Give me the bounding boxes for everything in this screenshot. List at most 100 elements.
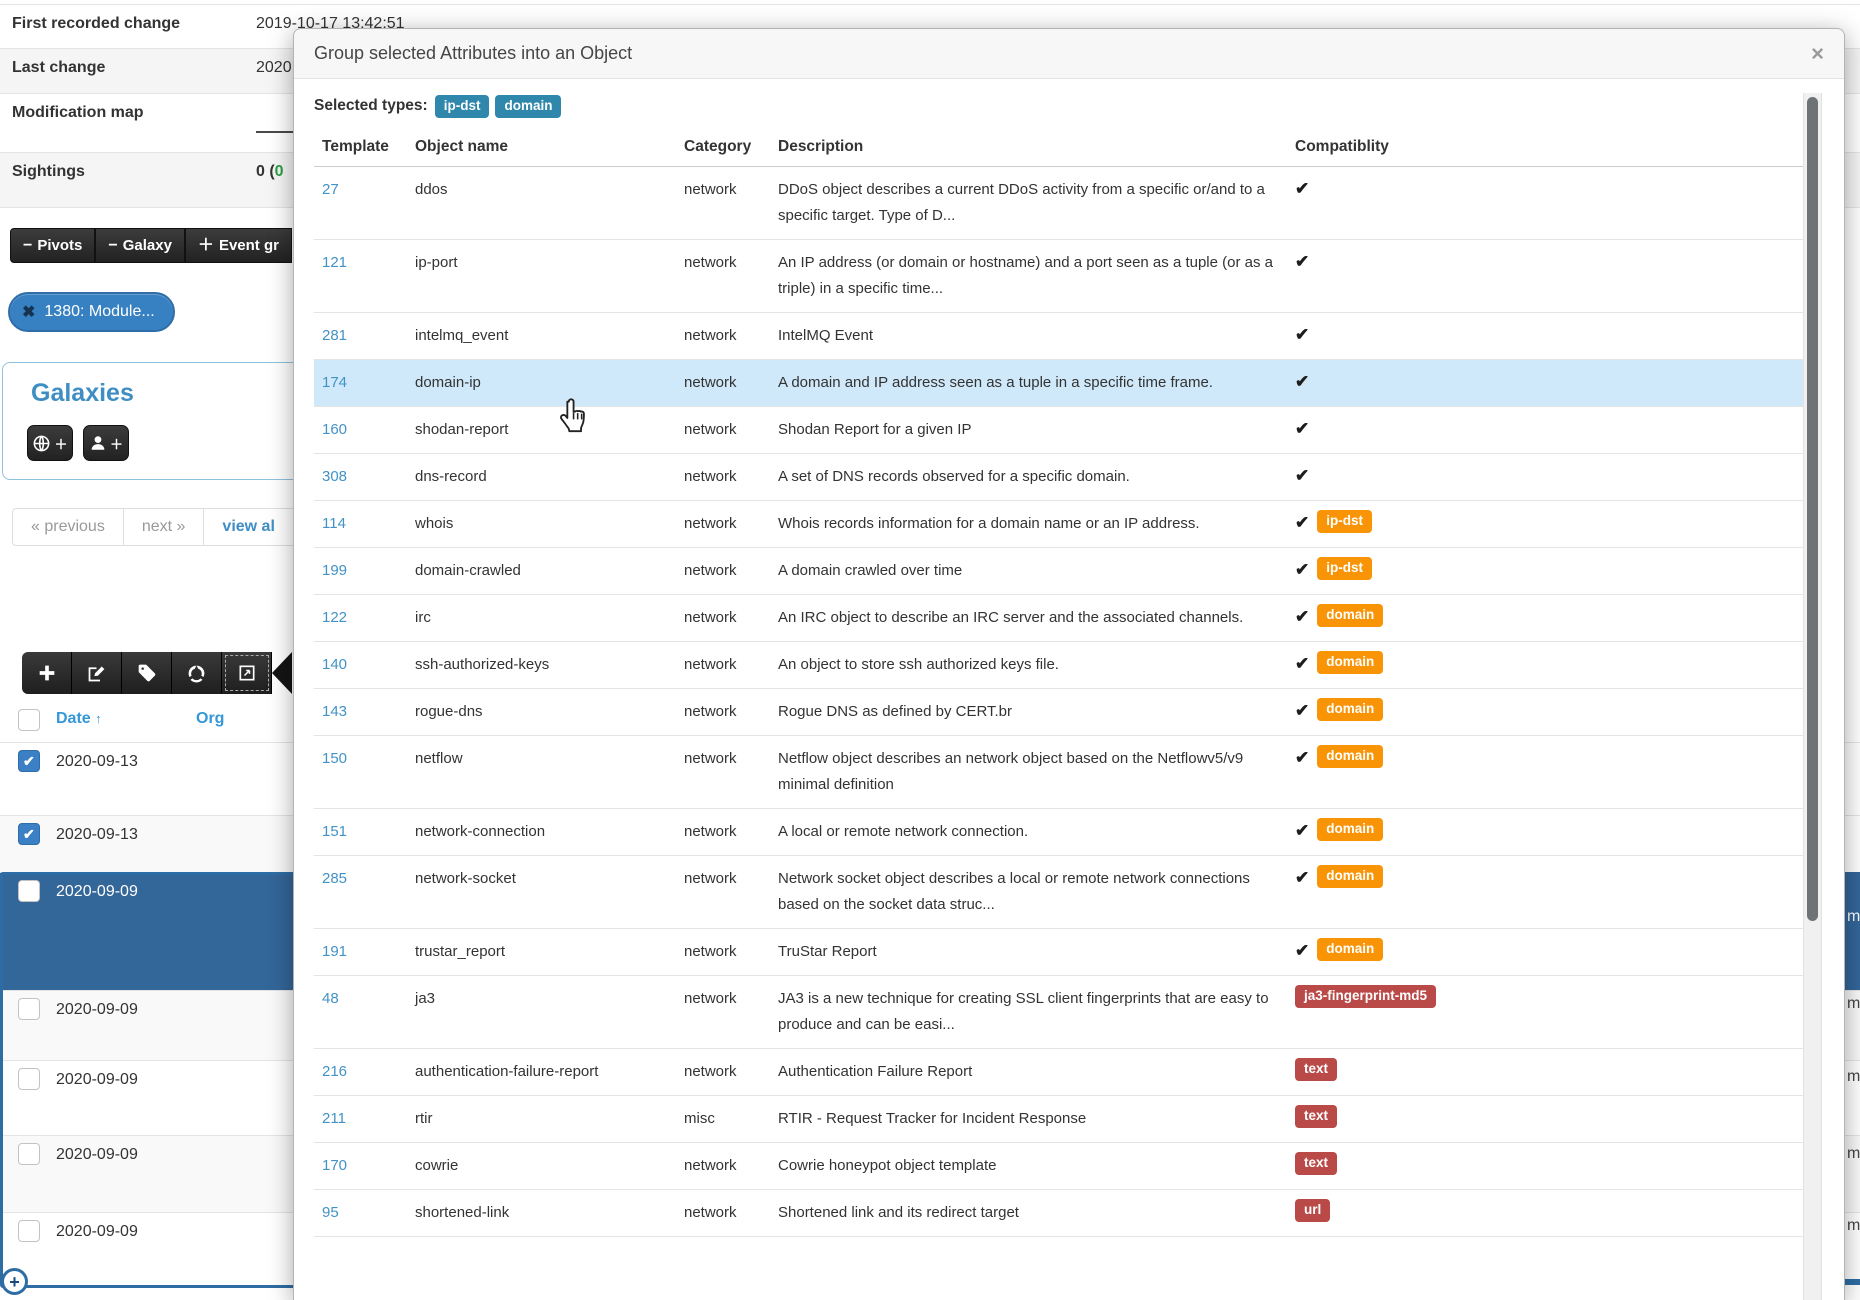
- template-id-link[interactable]: 48: [314, 976, 407, 1048]
- galaxy-toggle-button[interactable]: − Galaxy: [95, 228, 185, 263]
- object-template-row[interactable]: 191trustar_reportnetworkTruStar Report✔d…: [314, 929, 1806, 976]
- event-graph-toggle-button[interactable]: ＋ Event gr: [185, 228, 292, 263]
- object-description: Cowrie honeypot object template: [770, 1143, 1287, 1189]
- object-template-row[interactable]: 174domain-ipnetworkA domain and IP addre…: [314, 360, 1806, 407]
- compatibility-cell: ✔domain: [1287, 809, 1806, 855]
- info-label: Modification map: [12, 104, 144, 122]
- template-id-link[interactable]: 121: [314, 240, 407, 312]
- minus-icon: −: [23, 240, 32, 252]
- object-template-row[interactable]: 199domain-crawlednetworkA domain crawled…: [314, 548, 1806, 595]
- col-category: Category: [676, 134, 770, 166]
- object-name: authentication-failure-report: [407, 1049, 676, 1095]
- page-row-fragment: [1845, 49, 1860, 93]
- row-checkbox[interactable]: [18, 880, 40, 902]
- modal-title: Group selected Attributes into an Object: [314, 43, 632, 64]
- template-id-link[interactable]: 140: [314, 642, 407, 688]
- object-template-row[interactable]: 170cowrienetworkCowrie honeypot object t…: [314, 1143, 1806, 1190]
- object-template-row[interactable]: 48ja3networkJA3 is a new technique for c…: [314, 976, 1806, 1049]
- object-name: netflow: [407, 736, 676, 808]
- compatible-check-icon: ✔: [1295, 865, 1309, 891]
- object-category: network: [676, 1049, 770, 1095]
- object-name: intelmq_event: [407, 313, 676, 359]
- previous-page-button[interactable]: « previous: [12, 508, 124, 546]
- selected-types-row: Selected types: ip-dstdomain: [314, 95, 1804, 118]
- object-template-row[interactable]: 150netflownetworkNetflow object describe…: [314, 736, 1806, 809]
- template-id-link[interactable]: 151: [314, 809, 407, 855]
- object-template-row[interactable]: 121ip-portnetworkAn IP address (or domai…: [314, 240, 1806, 313]
- object-description: A local or remote network connection.: [770, 809, 1287, 855]
- select-all-checkbox[interactable]: [18, 709, 40, 731]
- close-icon[interactable]: ✖: [22, 302, 35, 322]
- object-description: A domain crawled over time: [770, 548, 1287, 594]
- date-column-sort-link[interactable]: Date ↑: [56, 710, 102, 728]
- template-id-link[interactable]: 174: [314, 360, 407, 406]
- template-id-link[interactable]: 143: [314, 689, 407, 735]
- object-template-row[interactable]: 95shortened-linknetworkShortened link an…: [314, 1190, 1806, 1237]
- row-checkbox[interactable]: [18, 1220, 40, 1242]
- object-description: Rogue DNS as defined by CERT.br: [770, 689, 1287, 735]
- template-id-link[interactable]: 170: [314, 1143, 407, 1189]
- compatibility-cell: ✔: [1287, 167, 1806, 239]
- pivots-toggle-button[interactable]: − Pivots: [10, 228, 95, 263]
- modal-close-button[interactable]: ×: [1811, 43, 1824, 65]
- template-id-link[interactable]: 211: [314, 1096, 407, 1142]
- template-id-link[interactable]: 199: [314, 548, 407, 594]
- col-compatibility: Compatiblity: [1287, 134, 1806, 166]
- next-page-button[interactable]: next »: [124, 508, 205, 546]
- object-template-row[interactable]: 140ssh-authorized-keysnetworkAn object t…: [314, 642, 1806, 689]
- object-template-row[interactable]: 285network-socketnetworkNetwork socket o…: [314, 856, 1806, 929]
- row-checkbox[interactable]: [18, 750, 40, 772]
- object-template-row[interactable]: 308dns-recordnetworkA set of DNS records…: [314, 454, 1806, 501]
- object-template-row[interactable]: 281intelmq_eventnetworkIntelMQ Event✔: [314, 313, 1806, 360]
- add-attribute-button[interactable]: [22, 652, 72, 694]
- template-id-link[interactable]: 150: [314, 736, 407, 808]
- row-checkbox[interactable]: [18, 1068, 40, 1090]
- template-id-link[interactable]: 216: [314, 1049, 407, 1095]
- object-template-row[interactable]: 27ddosnetworkDDoS object describes a cur…: [314, 167, 1806, 240]
- modal-scrollbar-thumb[interactable]: [1807, 97, 1818, 921]
- template-id-link[interactable]: 191: [314, 929, 407, 975]
- object-category: network: [676, 642, 770, 688]
- template-id-link[interactable]: 281: [314, 313, 407, 359]
- object-template-row[interactable]: 160shodan-reportnetworkShodan Report for…: [314, 407, 1806, 454]
- toolbar-notch: [272, 652, 292, 694]
- edit-selected-button[interactable]: [72, 652, 122, 694]
- plus-icon: [36, 662, 58, 684]
- object-template-row[interactable]: 211rtirmiscRTIR - Request Tracker for In…: [314, 1096, 1806, 1143]
- info-value: 2020: [256, 59, 292, 77]
- compatible-check-icon: ✔: [1295, 369, 1309, 395]
- row-checkbox[interactable]: [18, 998, 40, 1020]
- row-checkbox[interactable]: [18, 823, 40, 845]
- template-id-link[interactable]: 95: [314, 1190, 407, 1236]
- truncated-cell-text: m: [1847, 908, 1860, 926]
- object-template-row[interactable]: 122ircnetworkAn IRC object to describe a…: [314, 595, 1806, 642]
- modal-scrollbar-track[interactable]: [1803, 93, 1822, 1300]
- edit-icon: [86, 663, 107, 684]
- template-id-link[interactable]: 122: [314, 595, 407, 641]
- object-template-row[interactable]: 143rogue-dnsnetworkRogue DNS as defined …: [314, 689, 1806, 736]
- compatibility-cell: ✔domain: [1287, 642, 1806, 688]
- add-local-galaxy-button[interactable]: ＋: [83, 425, 129, 461]
- object-template-row[interactable]: 151network-connectionnetworkA local or r…: [314, 809, 1806, 856]
- add-galaxy-button[interactable]: ＋: [27, 425, 73, 461]
- tag-selected-button[interactable]: [122, 652, 172, 694]
- compatibility-cell: ✔ip-dst: [1287, 548, 1806, 594]
- sighting-selected-button[interactable]: [172, 652, 222, 694]
- template-id-link[interactable]: 160: [314, 407, 407, 453]
- plus-icon: ＋: [110, 434, 123, 453]
- person-icon: [89, 434, 107, 452]
- view-all-button[interactable]: view al: [204, 508, 293, 546]
- group-into-object-button[interactable]: [222, 652, 272, 694]
- object-template-row[interactable]: 216authentication-failure-reportnetworkA…: [314, 1049, 1806, 1096]
- template-id-link[interactable]: 308: [314, 454, 407, 500]
- object-group-add-icon[interactable]: +: [1, 1268, 28, 1295]
- pivot-breadcrumb-chip[interactable]: ✖ 1380: Module...: [8, 292, 175, 332]
- template-id-link[interactable]: 27: [314, 167, 407, 239]
- template-id-link[interactable]: 114: [314, 501, 407, 547]
- row-checkbox[interactable]: [18, 1143, 40, 1165]
- template-id-link[interactable]: 285: [314, 856, 407, 928]
- object-template-row[interactable]: 114whoisnetworkWhois records information…: [314, 501, 1806, 548]
- modification-map-sparkline: [256, 131, 294, 133]
- org-column-link[interactable]: Org: [196, 710, 224, 728]
- pagination: « previous next » view al: [12, 508, 294, 546]
